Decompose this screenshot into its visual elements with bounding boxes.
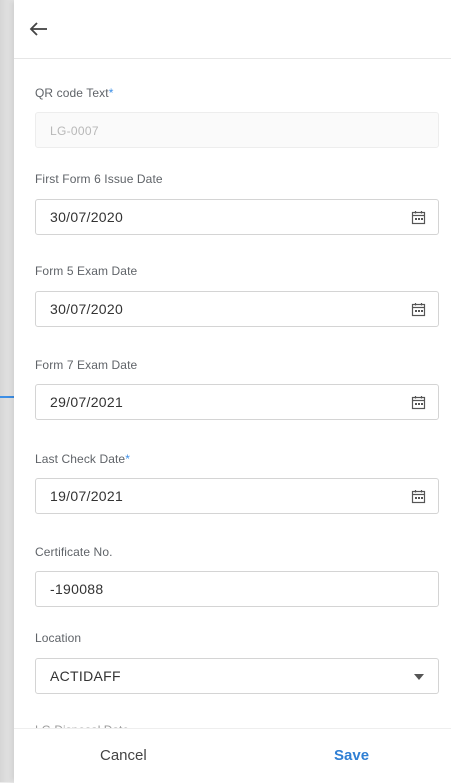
calendar-icon[interactable] [411,489,426,504]
calendar-icon[interactable] [411,210,426,225]
qr-code-value: LG-0007 [50,124,99,138]
location-select[interactable]: ACTIDAFF [35,658,439,694]
certificate-label: Certificate No. [35,545,113,559]
last-check-label-text: Last Check Date [35,452,126,466]
required-mark: * [125,452,130,466]
location-value: ACTIDAFF [50,668,121,684]
certificate-field[interactable]: -190088 [35,571,439,607]
form7-exam-date-field[interactable]: 29/07/2021 [35,384,439,420]
back-arrow-icon[interactable] [26,16,52,42]
caret-down-icon [414,674,424,680]
edit-form-panel: QR code Text* LG-0007 First Form 6 Issue… [14,0,451,783]
calendar-icon[interactable] [411,395,426,410]
calendar-icon[interactable] [411,302,426,317]
footer-actions: Cancel Save [14,728,451,783]
first-form6-date-field[interactable]: 30/07/2020 [35,199,439,235]
first-form6-label: First Form 6 Issue Date [35,172,163,186]
cancel-button[interactable]: Cancel [100,747,147,764]
form5-exam-label: Form 5 Exam Date [35,264,138,278]
last-check-date-value: 19/07/2021 [50,488,124,504]
top-bar [14,0,451,59]
form7-exam-date-value: 29/07/2021 [50,394,124,410]
last-check-date-field[interactable]: 19/07/2021 [35,478,439,514]
last-check-label: Last Check Date* [35,452,130,466]
save-button[interactable]: Save [334,747,369,764]
location-label: Location [35,631,82,645]
form7-exam-label: Form 7 Exam Date [35,358,138,372]
form5-exam-date-field[interactable]: 30/07/2020 [35,291,439,327]
first-form6-date-value: 30/07/2020 [50,209,124,225]
required-mark: * [108,86,114,100]
certificate-value: -190088 [50,581,104,597]
qr-code-label-text: QR code Text [35,86,109,100]
qr-code-label: QR code Text* [35,86,113,100]
form5-exam-date-value: 30/07/2020 [50,301,124,317]
qr-code-field: LG-0007 [35,112,439,148]
